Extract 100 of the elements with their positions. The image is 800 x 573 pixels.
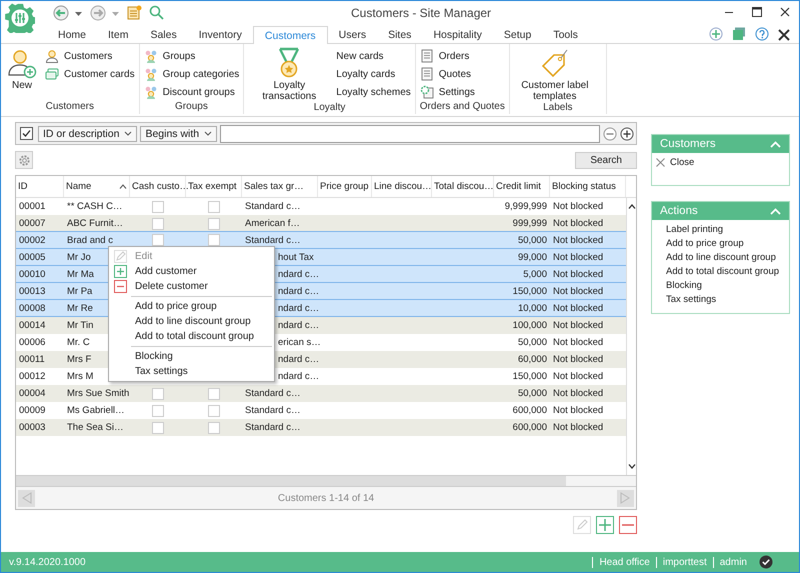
remove-button[interactable] [603,126,617,140]
table-cell-text: Not blocked [552,250,604,264]
ribbon-tab[interactable]: Inventory [188,26,253,43]
table-cell-text: 00005 [18,250,46,264]
action-link[interactable]: Tax settings [656,294,716,305]
table-cell-text: Not blocked [552,268,604,282]
help-icon[interactable] [755,27,769,41]
window-title: Customers - Site Manager [351,6,492,20]
windows-icon[interactable] [732,27,746,41]
ribbon-tab[interactable]: Sites [377,26,422,43]
ribbon-button[interactable]: Orders [420,49,475,63]
table-cell-text: ** CASH C… [66,200,124,214]
checkbox[interactable] [20,127,33,140]
action-link[interactable]: Add to price group [656,238,744,249]
ribbon-tab[interactable]: Home [47,26,98,43]
action-link[interactable]: Add to line discount group [656,252,776,263]
ribbon-tab[interactable]: Item [97,26,140,43]
ribbon-tab[interactable]: Users [328,26,378,43]
ribbon-button[interactable]: New cards [336,49,411,63]
column-header[interactable]: Sales tax gr… [242,176,318,197]
people-icon [144,67,158,81]
table-cell-text: Mrs F [66,353,92,367]
horizontal-scrollbar[interactable] [16,475,636,486]
ribbon-button[interactable]: Loyalty cards [336,67,411,81]
ribbon-button[interactable]: Customer label templates [514,47,596,102]
settings-button[interactable] [15,151,33,169]
column-header[interactable]: Price group [318,176,372,197]
column-header[interactable]: Tax exempt [186,176,242,197]
ribbon-button[interactable]: New [5,47,39,101]
column-header[interactable]: ID [16,176,64,197]
ribbon-button[interactable]: Customers [45,49,135,63]
ribbon-tab[interactable]: Hospitality [422,26,493,43]
column-header[interactable]: Credit limit [494,176,550,197]
action-link[interactable]: Add to total discount group [656,266,780,277]
sort-icon [119,184,127,189]
search-button[interactable]: Search [575,152,637,168]
person-icon [45,49,59,63]
chevron-down-icon [204,131,212,136]
table-cell-text: Mr. C [66,336,91,350]
back-button[interactable] [53,5,69,21]
version-text: v.9.14.2020.1000 [9,556,86,568]
table-cell-text: ndard c… [277,302,318,316]
search-field[interactable] [220,124,600,142]
pencil-icon [114,250,126,263]
table-cell-text: 60,000 [516,353,548,367]
scroll-down-icon[interactable] [628,464,636,469]
action-link[interactable]: Blocking [656,280,702,291]
previous-page-button[interactable] [18,490,35,506]
ribbon-button[interactable]: Customer cards [45,67,135,81]
plus-circle-icon[interactable] [709,27,723,41]
table-cell-text: ndard c… [277,370,318,384]
field-dropdown[interactable]: ID or description [38,126,138,142]
caret-icon[interactable] [75,12,82,16]
group-label: Customers [44,101,95,112]
tag-icon [540,47,570,79]
chevron-up-icon [770,140,781,148]
close-link[interactable]: Close [656,157,694,168]
vertical-scrollbar[interactable] [626,198,636,475]
chevron-down-icon [124,131,132,136]
column-header[interactable]: Blocking status [550,176,626,197]
forward-button[interactable] [90,5,106,21]
delete-button[interactable] [619,516,637,534]
ribbon-button[interactable]: Settings [420,85,475,99]
ribbon-button[interactable]: Loyalty schemes [336,85,411,99]
ribbon-tab[interactable]: Setup [492,26,542,43]
people-icon [144,85,158,99]
table-cell-text: 00011 [18,353,46,367]
next-page-button[interactable] [616,490,634,506]
ribbon-button[interactable]: Discount groups [144,85,240,99]
close-icon [780,7,790,17]
search-icon[interactable] [149,5,164,20]
notepad-icon[interactable] [127,5,142,20]
ribbon-tab[interactable]: Customers [252,26,328,44]
column-header[interactable]: Cash custo… [130,176,186,197]
group-label: Groups [174,101,209,112]
table-cell-text: Mrs M [66,370,94,384]
close-icon[interactable] [778,29,790,41]
menu-item[interactable]: Add to line discount group [109,314,274,329]
table-cell-text: Mr Tin [66,319,94,333]
menu-item[interactable]: Add to price group [109,299,274,314]
menu-item[interactable]: Blocking [109,349,274,364]
table-cell-text: 00003 [18,421,46,435]
minus-icon [114,280,126,293]
scroll-up-icon[interactable] [628,204,636,209]
operator-dropdown[interactable]: Begins with [140,126,218,142]
column-header[interactable]: Total discou… [432,176,494,197]
ribbon-tab[interactable]: Tools [542,26,589,43]
column-header[interactable]: Line discou… [372,176,432,197]
column-header[interactable]: Name [64,176,130,197]
ribbon-button[interactable]: Loyalty transactions [248,47,330,102]
table-cell-text: Mr Jo [66,250,92,264]
action-link[interactable]: Label printing [656,224,724,235]
ribbon-tab[interactable]: Sales [139,26,188,43]
ribbon-button[interactable]: Groups [144,49,240,63]
ribbon-button[interactable]: Quotes [420,67,475,81]
menu-item[interactable]: Add customer [109,264,274,279]
people-icon [144,49,158,63]
table-cell-text: ndard c… [277,319,318,333]
ribbon-button[interactable]: Group categories [144,67,240,81]
add-button[interactable] [620,126,634,140]
